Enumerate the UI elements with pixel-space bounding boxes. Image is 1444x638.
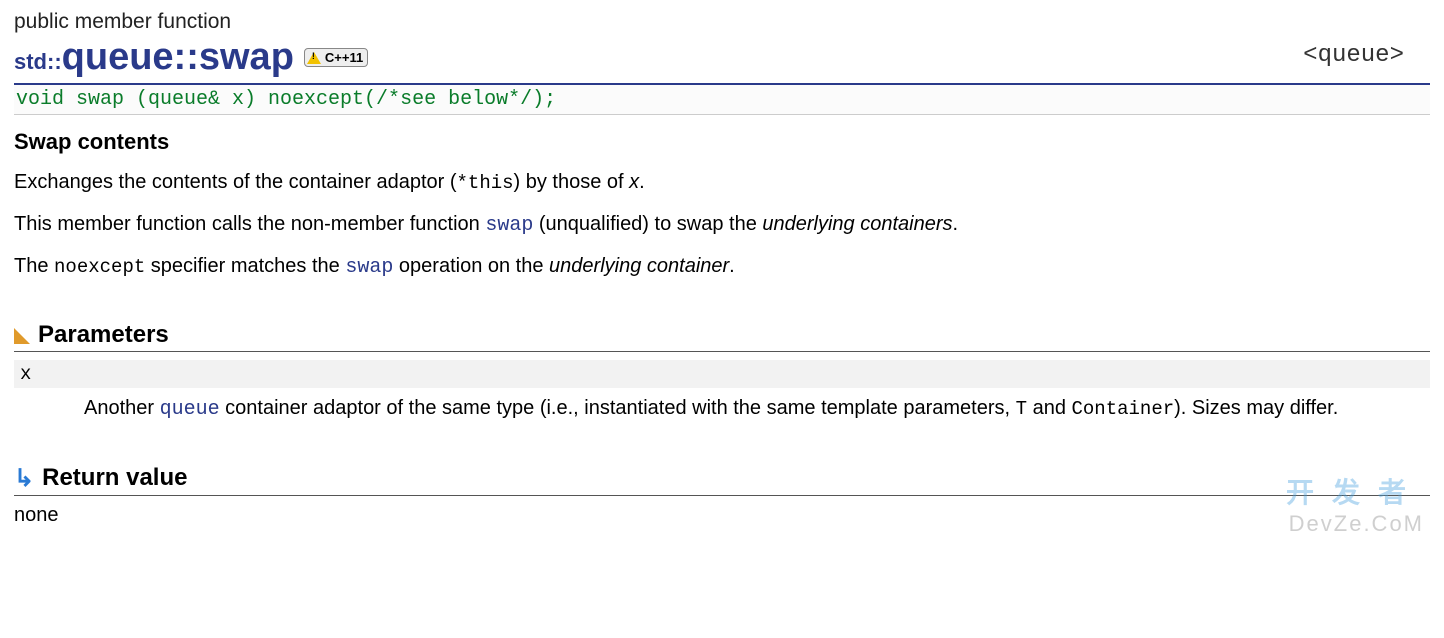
- swap-link[interactable]: swap: [485, 214, 533, 237]
- signature-block: void swap (queue& x) noexcept(/*see belo…: [14, 83, 1430, 115]
- param-name: x: [14, 360, 1430, 388]
- title-main: queue::swap: [62, 36, 294, 78]
- em-x: x: [629, 171, 639, 193]
- code-this: *this: [457, 172, 514, 194]
- cpp11-badge: C++11: [304, 48, 368, 67]
- section-parameters-label: Parameters: [38, 321, 169, 349]
- em-underlying-containers: underlying containers: [762, 213, 952, 235]
- code-Container: Container: [1072, 398, 1175, 420]
- return-arrow-icon: ↲: [14, 464, 34, 493]
- section-return-value-label: Return value: [42, 464, 187, 492]
- code-T: T: [1016, 398, 1027, 420]
- function-signature: void swap (queue& x) noexcept(/*see belo…: [16, 88, 556, 111]
- page-type-label: public member function: [14, 10, 1430, 34]
- subtitle: Swap contents: [14, 129, 1430, 155]
- em-underlying-container: underlying container: [549, 255, 729, 277]
- queue-link[interactable]: queue: [160, 398, 220, 421]
- title-namespace: std::: [14, 49, 62, 74]
- header-breadcrumb: <queue>: [1303, 42, 1404, 69]
- section-return-value: ↲ Return value: [14, 464, 1430, 496]
- code-noexcept: noexcept: [54, 256, 145, 278]
- swap-link-2[interactable]: swap: [345, 256, 393, 279]
- param-description: Another queue container adaptor of the s…: [84, 394, 1430, 424]
- page-title: std::queue::swap C++11: [14, 36, 1430, 79]
- description-p3: The noexcept specifier matches the swap …: [14, 253, 1430, 281]
- warning-triangle-icon: [307, 52, 321, 64]
- return-value-text: none: [14, 502, 1430, 529]
- triangle-ruler-icon: [14, 328, 30, 344]
- badge-text: C++11: [325, 50, 363, 65]
- parameters-list: x Another queue container adaptor of the…: [14, 360, 1430, 424]
- section-parameters: Parameters: [14, 321, 1430, 352]
- description-p2: This member function calls the non-membe…: [14, 211, 1430, 239]
- description-p1: Exchanges the contents of the container …: [14, 169, 1430, 197]
